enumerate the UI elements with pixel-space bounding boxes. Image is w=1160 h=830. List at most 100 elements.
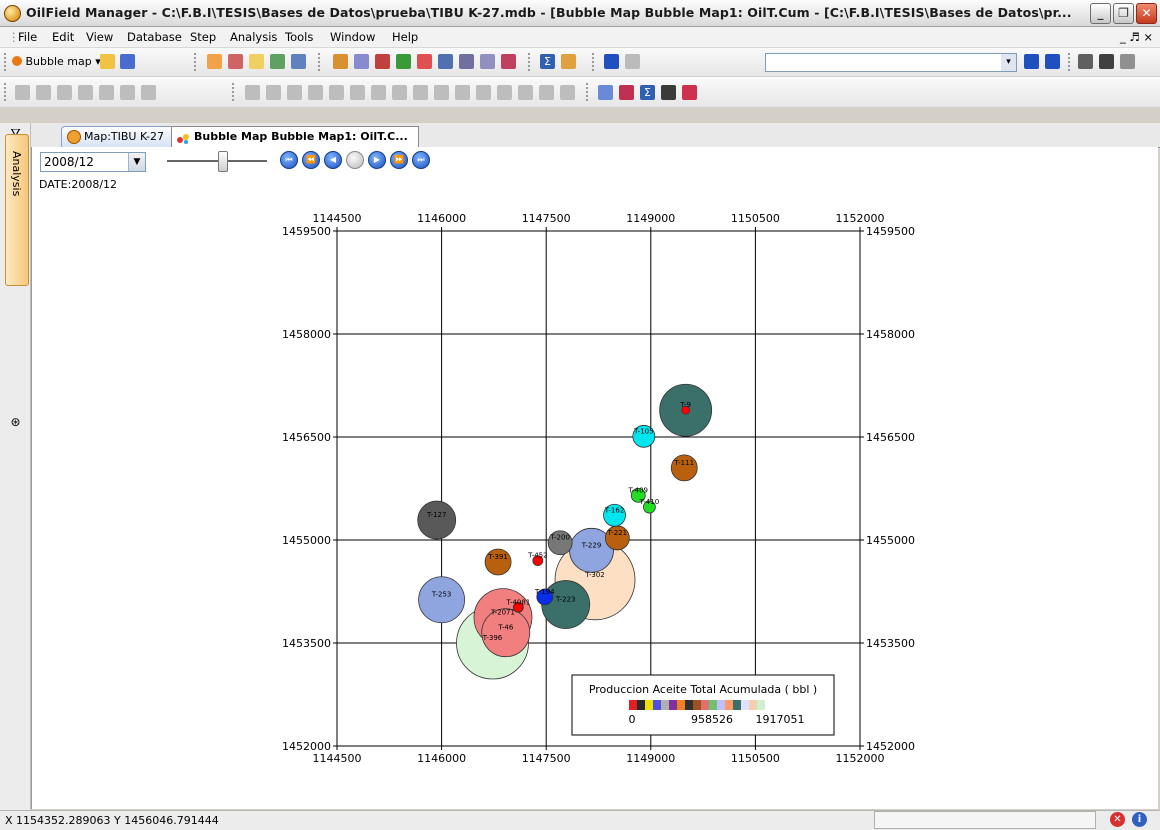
shape-icon[interactable] [682,85,697,100]
restore-button[interactable]: ❐ [1113,3,1134,24]
x-tick-label-top: 1147500 [522,212,571,225]
clear-icon[interactable] [561,54,576,69]
disabled-tool-icon [36,85,51,100]
menu-window[interactable]: Window [330,30,375,44]
window-icon[interactable] [1078,54,1093,69]
bubble-tool-icon[interactable] [417,54,432,69]
sum-icon[interactable]: Σ [540,54,555,69]
well-label: T-105 [633,427,654,435]
well-label: T-2071 [490,609,515,617]
add-point-icon[interactable] [207,54,222,69]
open-icon[interactable] [100,54,115,69]
app-icon[interactable] [4,5,21,22]
disabled-tool-icon [392,85,407,100]
y-tick-label-left: 1455000 [282,534,331,547]
menu-tools[interactable]: Tools [285,30,313,44]
menu-help[interactable]: Help [392,30,418,44]
well-label: T-452 [527,552,548,560]
tab-bubble-map[interactable]: Bubble Map Bubble Map1: OilT.C... [171,126,419,148]
disabled-tool-icon [560,85,575,100]
layer-icon[interactable] [270,54,285,69]
menu-database[interactable]: Database [127,30,182,44]
last-record-icon[interactable] [1045,54,1060,69]
minimize-button[interactable]: _ [1090,3,1111,24]
next-record-icon[interactable] [1024,54,1039,69]
legend-box: Produccion Aceite Total Acumulada ( bbl … [571,674,835,736]
disabled-tool-icon [287,85,302,100]
bubble-icon [12,56,22,66]
y-tick-label-right: 1456500 [866,431,915,444]
compass-icon[interactable]: ⊛ [7,414,24,431]
y-tick-label-left: 1453500 [282,637,331,650]
x-tick-label-top: 1146000 [417,212,466,225]
well-label: T-200 [549,534,570,542]
save-icon[interactable] [120,54,135,69]
bubble-map-dropdown-label: Bubble map [25,55,92,68]
report-icon[interactable] [354,54,369,69]
chart-icon[interactable] [228,54,243,69]
disabled-tool-icon [99,85,114,100]
sum-chart-icon[interactable]: Σ [640,85,655,100]
first-record-icon[interactable] [604,54,619,69]
toolbar-grip [586,83,591,101]
bubble-map-plot[interactable]: T-302 T-396 T-2071 T-9 T-223 T-46 T-253 T-229 T-… [32,147,1158,809]
map-content: 2008/12 ▼ ⏮ ⏪ ◀ ▶ ⏩ ⏭ DATE:2008/12 T-302… [31,147,1158,809]
legend-max-label: 1917051 [756,713,805,726]
bubble-map-icon [177,131,190,144]
legend-color-swatch [709,700,717,710]
legend-color-swatch [725,700,733,710]
refresh-icon[interactable] [291,54,306,69]
legend-color-swatch [653,700,661,710]
hash-icon[interactable] [480,54,495,69]
y-tick-label-left: 1452000 [282,740,331,753]
y-tick-label-right: 1459500 [866,225,915,238]
window-title: OilField Manager - C:\F.B.I\TESIS\Bases … [26,5,1072,20]
x-tick-label-top: 1149000 [626,212,675,225]
legend-title: Produccion Aceite Total Acumulada ( bbl … [589,683,817,696]
cv-icon[interactable] [1120,54,1135,69]
well-label: T-162 [604,506,625,514]
legend-color-swatch [669,700,677,710]
menu-step[interactable]: Step [190,30,216,44]
disabled-tool-icon [15,85,30,100]
search-icon[interactable] [249,54,264,69]
matrix-icon[interactable] [459,54,474,69]
info-status-icon[interactable]: i [1132,812,1147,827]
legend-color-bar [629,700,773,710]
grid-icon[interactable] [438,54,453,69]
legend-color-swatch [661,700,669,710]
analysis-side-tab[interactable]: Analysis [5,134,29,286]
legend-color-swatch [645,700,653,710]
menu-edit[interactable]: Edit [52,30,74,44]
legend-color-swatch [749,700,757,710]
table-icon[interactable] [333,54,348,69]
chevron-down-icon: ▾ [1001,54,1016,71]
menu-bar: ⋮ File Edit View Database Step Analysis … [0,27,1160,48]
area-chart-icon[interactable] [619,85,634,100]
cross-plot-icon[interactable] [375,54,390,69]
tile-icon[interactable] [1099,54,1114,69]
legend-color-swatch [733,700,741,710]
menu-view[interactable]: View [86,30,113,44]
record-combo[interactable]: ▾ [765,53,1017,72]
menu-analysis[interactable]: Analysis [230,30,277,44]
disabled-tool-icon [455,85,470,100]
y-tick-label-left: 1458000 [282,328,331,341]
mean-icon[interactable] [661,85,676,100]
well-bubble [417,500,457,540]
main-toolbar: Bubble map ▾ Σ ▾ [0,48,1160,77]
x-tick-label-top: 1150500 [731,212,780,225]
menu-file[interactable]: File [18,30,37,44]
close-button[interactable]: ✕ [1136,3,1157,24]
filter-tool-icon[interactable] [501,54,516,69]
well-label: T-410 [639,498,660,506]
disabled-tool-icon [413,85,428,100]
line-chart-icon[interactable] [598,85,613,100]
map-icon[interactable] [396,54,411,69]
well-label: T-391 [487,553,508,561]
mdi-window-controls[interactable]: _ ♬ × [1120,30,1153,44]
map-grid [337,231,860,746]
well-label: T-253 [431,591,452,599]
error-icon[interactable]: ✕ [1110,812,1125,827]
disabled-tool-icon [476,85,491,100]
